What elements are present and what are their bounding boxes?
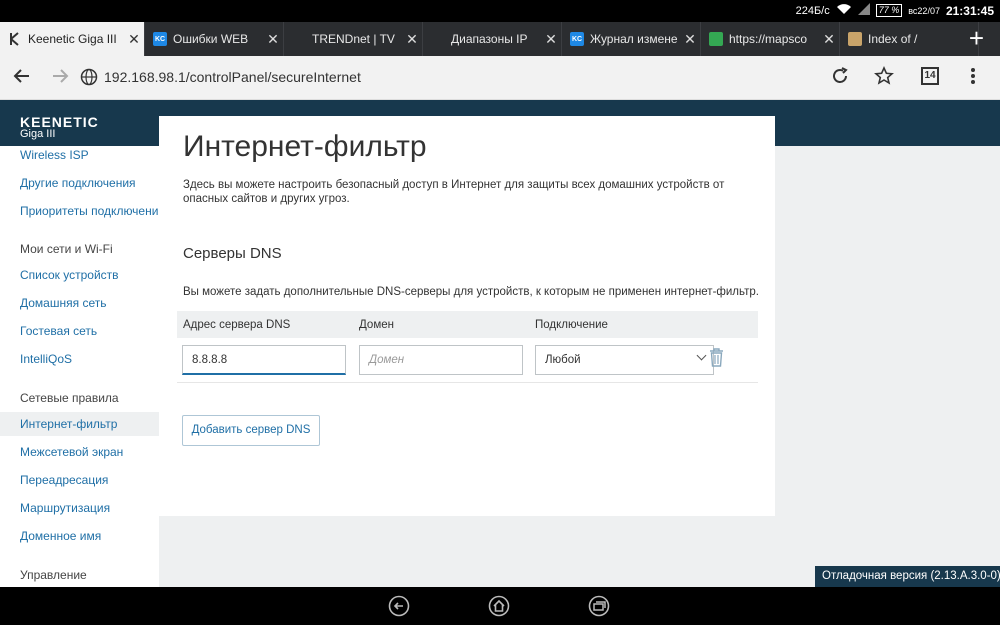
sidebar-section-management: Управление: [20, 568, 87, 582]
sidebar-item-wireless-isp[interactable]: Wireless ISP: [0, 143, 159, 167]
android-navigation-bar: [0, 587, 1000, 625]
tab-title: Index of /: [868, 32, 918, 46]
back-nav-icon[interactable]: [387, 595, 411, 622]
sidebar-item-internet-filter[interactable]: Интернет-фильтр: [0, 412, 159, 436]
new-tab-button[interactable]: +: [969, 22, 984, 54]
dns-table-row: 8.8.8.8 Домен Любой: [177, 338, 758, 383]
tab-title: TRENDnet | TV: [312, 32, 395, 46]
forward-arrow-icon[interactable]: [50, 66, 70, 92]
close-tab-icon[interactable]: ✕: [819, 31, 839, 48]
wifi-icon: [836, 3, 852, 18]
page-icon: [848, 32, 862, 46]
sidebar-item-intelliqos[interactable]: IntelliQoS: [0, 347, 159, 371]
dns-address-input[interactable]: 8.8.8.8: [182, 345, 346, 375]
close-tab-icon[interactable]: ✕: [402, 31, 422, 48]
network-speed: 224Б/с: [795, 4, 830, 17]
domain-input[interactable]: Домен: [359, 345, 523, 375]
debug-version-badge: Отладочная версия (2.13.A.3.0-0): [815, 566, 1000, 587]
sidebar-item-forwarding[interactable]: Переадресация: [0, 468, 159, 492]
blank-favicon: [431, 32, 445, 46]
sidebar-section-networks: Мои сети и Wi-Fi: [20, 242, 113, 256]
tab-keenetic[interactable]: Keenetic Giga III ✕: [0, 22, 145, 56]
sidebar-item-other-connections[interactable]: Другие подключения: [0, 171, 159, 195]
home-nav-icon[interactable]: [487, 595, 511, 622]
connection-select[interactable]: Любой: [535, 345, 714, 375]
tab-title: Ошибки WEB: [173, 32, 249, 46]
sidebar-item-device-list[interactable]: Список устройств: [0, 263, 159, 287]
page-title: Интернет-фильтр: [183, 130, 427, 163]
battery-indicator: 77 %: [875, 4, 903, 17]
sidebar-item-home-network[interactable]: Домашняя сеть: [0, 291, 159, 315]
sidebar: Wireless ISP Другие подключения Приорите…: [0, 143, 165, 587]
recents-nav-icon[interactable]: [587, 595, 611, 622]
back-arrow-icon[interactable]: [12, 66, 32, 92]
kc-icon: KC: [570, 32, 584, 46]
router-model: Giga III: [20, 128, 56, 140]
dns-section-description: Вы можете задать дополнительные DNS-серв…: [183, 286, 759, 298]
tab-switcher-button[interactable]: 14: [921, 67, 939, 85]
tab-title: Журнал измене: [590, 32, 678, 46]
tab-trendnet[interactable]: TRENDnet | TV ✕: [284, 22, 423, 56]
keenetic-icon: [8, 32, 22, 46]
android-status-bar: 224Б/с 77 % вс22/07 21:31:45: [0, 0, 1000, 22]
dns-section-title: Серверы DNS: [183, 245, 282, 262]
sidebar-item-firewall[interactable]: Межсетевой экран: [0, 440, 159, 464]
column-domain: Домен: [359, 319, 394, 331]
trash-icon[interactable]: [709, 347, 724, 372]
dns-table-header: Адрес сервера DNS Домен Подключение: [177, 311, 758, 338]
close-tab-icon[interactable]: ✕: [263, 31, 283, 48]
tab-title: Диапазоны IP: [451, 32, 528, 46]
blank-favicon: [292, 32, 306, 46]
globe-icon: [80, 68, 98, 92]
browser-toolbar: 192.168.98.1/controlPanel/secureInternet…: [0, 56, 1000, 100]
browser-tab-strip: Keenetic Giga III ✕ KC Ошибки WEB ✕ TREN…: [0, 22, 1000, 56]
sidebar-item-connection-priorities[interactable]: Приоритеты подключений: [0, 199, 165, 223]
tab-web-errors[interactable]: KC Ошибки WEB ✕: [145, 22, 284, 56]
signal-icon: [857, 3, 870, 18]
maps-icon: [709, 32, 723, 46]
tab-index-of[interactable]: Index of /: [840, 22, 979, 56]
tab-maps[interactable]: https://mapsco ✕: [701, 22, 840, 56]
close-tab-icon[interactable]: ✕: [541, 31, 561, 48]
address-bar[interactable]: 192.168.98.1/controlPanel/secureInternet: [104, 69, 361, 85]
status-date: вс22/07: [908, 5, 940, 16]
column-connection: Подключение: [535, 319, 608, 331]
more-menu-icon[interactable]: [968, 66, 978, 92]
tab-changelog[interactable]: KC Журнал измене ✕: [562, 22, 701, 56]
web-page: KEENETIC Giga III Wireless ISP Другие по…: [0, 100, 1000, 587]
column-dns-address: Адрес сервера DNS: [183, 319, 291, 331]
tab-title: https://mapsco: [729, 32, 808, 46]
connection-select-value: Любой: [545, 354, 581, 366]
status-time: 21:31:45: [945, 3, 994, 18]
bookmark-star-icon[interactable]: [874, 66, 894, 92]
sidebar-item-domain-name[interactable]: Доменное имя: [0, 524, 159, 548]
sidebar-section-rules: Сетевые правила: [20, 391, 119, 405]
main-panel: Интернет-фильтр Здесь вы можете настроит…: [159, 116, 775, 516]
reload-icon[interactable]: [830, 66, 850, 92]
tab-title: Keenetic Giga III: [28, 32, 117, 46]
chevron-down-icon: [696, 350, 707, 361]
sidebar-item-guest-network[interactable]: Гостевая сеть: [0, 319, 159, 343]
kc-icon: KC: [153, 32, 167, 46]
close-tab-icon[interactable]: ✕: [124, 31, 144, 48]
sidebar-item-routing[interactable]: Маршрутизация: [0, 496, 159, 520]
tab-ip-ranges[interactable]: Диапазоны IP ✕: [423, 22, 562, 56]
add-dns-server-button[interactable]: Добавить сервер DNS: [182, 415, 320, 446]
close-tab-icon[interactable]: ✕: [680, 31, 700, 48]
page-description: Здесь вы можете настроить безопасный дос…: [183, 179, 725, 205]
